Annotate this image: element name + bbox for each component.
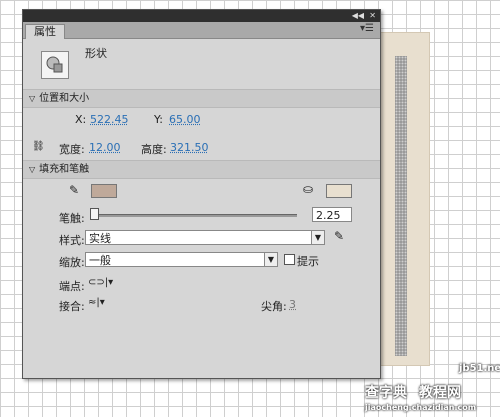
x-label: X: bbox=[75, 113, 87, 126]
panel-titlebar[interactable]: ◀◀ ✕ bbox=[23, 10, 380, 22]
stroke-width-slider[interactable] bbox=[91, 214, 297, 217]
style-label: 样式: bbox=[59, 234, 85, 247]
x-value[interactable]: 522.45 bbox=[90, 113, 129, 126]
tab-properties[interactable]: 属性 bbox=[25, 24, 65, 39]
shape-icon bbox=[41, 51, 69, 79]
watermark-site: jb51.net bbox=[459, 363, 500, 374]
miter-value[interactable]: 3 bbox=[289, 298, 296, 311]
expand-triangle-icon: ▽ bbox=[29, 94, 36, 103]
watermark: 查字典 教程网 jb51.net jiaocheng.chazidian.com bbox=[365, 363, 500, 417]
scale-select-value: 一般 bbox=[89, 254, 111, 267]
hint-label: 提示 bbox=[297, 255, 319, 268]
double-chevron-left-icon[interactable]: ◀◀ bbox=[352, 10, 364, 22]
join-style-dropdown[interactable]: ≈|▾ bbox=[88, 297, 105, 308]
stroke-width-input[interactable]: 2.25 bbox=[312, 207, 352, 222]
pencil-icon: ✎ bbox=[69, 183, 80, 197]
stroke-width-slider-thumb[interactable] bbox=[90, 208, 99, 220]
join-label: 接合: bbox=[59, 300, 85, 313]
paint-bucket-icon: ⛀ bbox=[303, 182, 314, 196]
canvas-shape-stroke[interactable] bbox=[395, 56, 407, 356]
width-value[interactable]: 12.00 bbox=[89, 141, 121, 154]
expand-triangle-icon: ▽ bbox=[29, 165, 36, 174]
height-value[interactable]: 321.50 bbox=[170, 141, 209, 154]
section-fill-stroke[interactable]: ▽ 填充和笔触 bbox=[23, 160, 380, 179]
panel-menu-icon[interactable]: ▾☰ bbox=[360, 23, 374, 34]
y-label: Y: bbox=[154, 113, 163, 126]
watermark-line2: 教程网 bbox=[419, 385, 461, 401]
stroke-color-swatch[interactable] bbox=[91, 184, 117, 198]
link-chain-icon[interactable]: ⛓ bbox=[32, 141, 45, 152]
properties-panel: ◀◀ ✕ 属性 ▾☰ 形状 ▽ 位置和大小 X: 522.45 Y: 65.00 … bbox=[22, 9, 381, 379]
style-select-value: 实线 bbox=[89, 232, 111, 245]
scale-label: 缩放: bbox=[59, 256, 85, 269]
hint-checkbox[interactable] bbox=[284, 254, 295, 265]
panel-tabbar: 属性 ▾☰ bbox=[23, 22, 380, 39]
width-label: 宽度: bbox=[59, 143, 85, 156]
watermark-line1: 查字典 bbox=[365, 385, 407, 401]
stroke-width-label: 笔触: bbox=[59, 212, 85, 225]
cap-label: 端点: bbox=[59, 280, 85, 293]
cap-style-dropdown[interactable]: ⊂⊃|▾ bbox=[88, 277, 113, 288]
section-position-size[interactable]: ▽ 位置和大小 bbox=[23, 89, 380, 108]
object-type-label: 形状 bbox=[85, 47, 107, 60]
miter-label: 尖角: bbox=[261, 300, 287, 313]
scale-select[interactable]: 一般 ▼ bbox=[85, 252, 278, 267]
height-label: 高度: bbox=[141, 143, 167, 156]
fill-color-swatch[interactable] bbox=[326, 184, 352, 198]
watermark-sub: jiaocheng.chazidian.com bbox=[365, 403, 477, 412]
edit-stroke-style-icon[interactable]: ✎ bbox=[334, 229, 344, 243]
close-icon[interactable]: ✕ bbox=[369, 10, 376, 22]
style-select[interactable]: 实线 ▼ bbox=[85, 230, 325, 245]
chevron-down-icon: ▼ bbox=[311, 231, 324, 244]
chevron-down-icon: ▼ bbox=[264, 253, 277, 266]
y-value[interactable]: 65.00 bbox=[169, 113, 201, 126]
